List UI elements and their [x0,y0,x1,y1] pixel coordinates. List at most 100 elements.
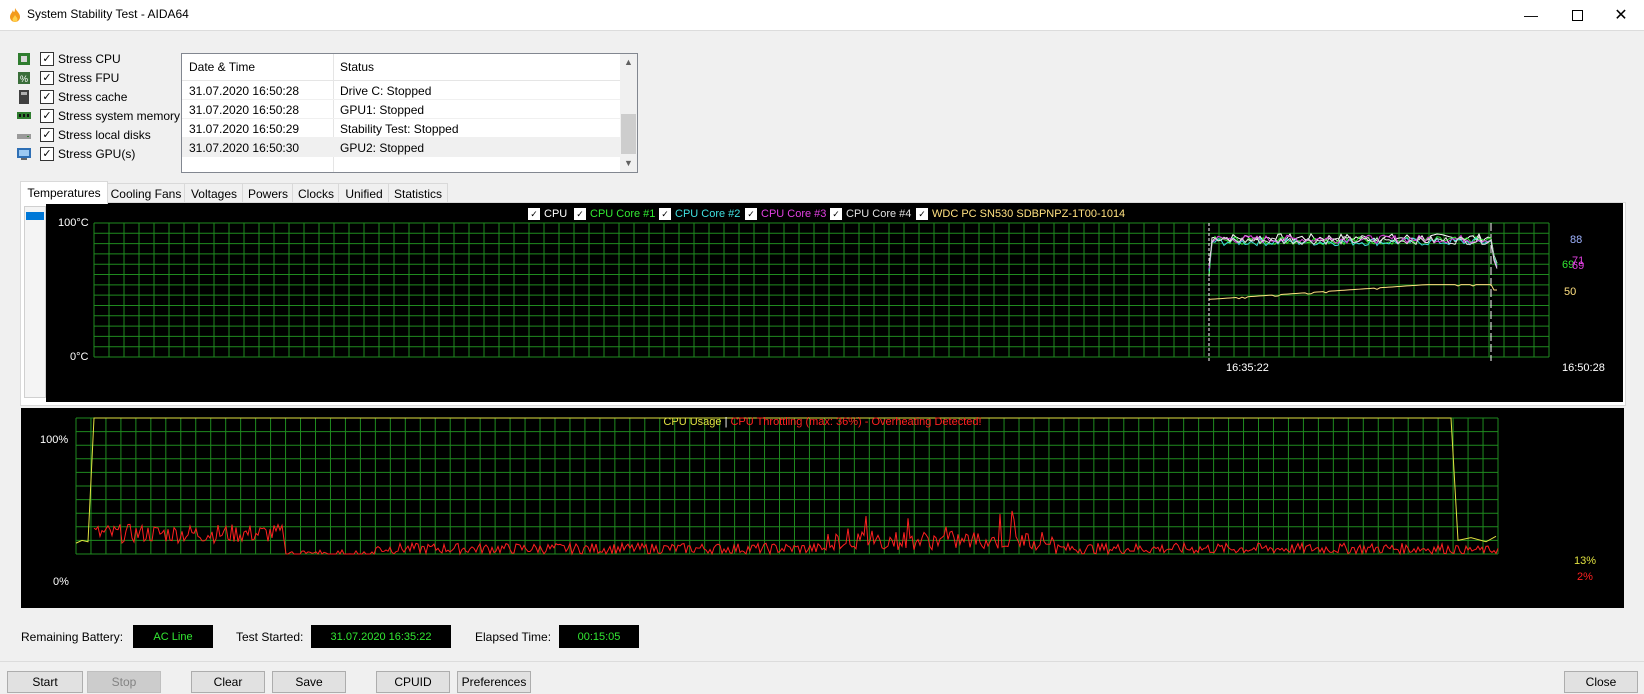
disk-series [1208,284,1497,300]
temp-end-cpu: 88 [1570,234,1583,246]
tab-cooling-fans[interactable]: Cooling Fans [106,183,186,203]
cpu-icon [17,52,31,66]
usage-title-left: CPU Usage [663,416,722,428]
sensor-list[interactable] [24,206,46,398]
tab-clocks[interactable]: Clocks [292,183,340,203]
usage-end-throttle: 2% [1577,571,1593,583]
log-col-status[interactable]: Status [340,60,374,74]
log-list[interactable]: Date & Time Status 31.07.2020 16:50:28 D… [181,53,638,173]
close-window-button[interactable]: ✕ [1598,0,1644,30]
stress-option-label: Stress CPU [58,52,121,66]
log-time: 31.07.2020 16:50:28 [189,84,300,98]
cpuid-button[interactable]: CPUID [376,671,450,693]
legend-check-icon[interactable]: ✓ [574,208,586,220]
disk-icon [17,128,31,142]
maximize-icon [1571,9,1583,21]
scroll-up-icon[interactable]: ▲ [620,54,637,71]
gpu-icon [17,147,31,161]
battery-value: AC Line [133,625,213,648]
usage-plot [75,417,1499,556]
elapsed-label: Elapsed Time: [475,630,552,644]
legend-cpu[interactable]: ✓ CPU [528,208,567,220]
stress-option-label: Stress FPU [58,71,120,85]
usage-end-cpu: 13% [1574,555,1597,567]
minimize-button[interactable]: — [1508,0,1554,30]
log-status: GPU1: Stopped [340,103,425,117]
stress-option[interactable]: ✓ Stress system memory [17,107,180,125]
log-row[interactable]: 31.07.2020 16:50:30 GPU2: Stopped [182,138,620,157]
temp-x-start: 16:35:22 [1226,362,1269,374]
temp-x-end: 16:50:28 [1562,362,1605,374]
close-button[interactable]: Close [1564,671,1638,693]
stress-option-label: Stress GPU(s) [58,147,136,161]
close-icon: ✕ [1614,7,1628,24]
legend-core2-label: CPU Core #2 [675,208,741,220]
checkbox[interactable]: ✓ [40,147,54,161]
stop-button[interactable]: Stop [87,671,161,693]
test-started-label: Test Started: [236,630,304,644]
scroll-thumb[interactable] [621,114,636,154]
legend-core2[interactable]: ✓ CPU Core #2 [659,208,740,220]
legend-check-icon[interactable]: ✓ [916,208,928,220]
stress-option[interactable]: ✓ Stress CPU [17,50,121,68]
checkbox[interactable]: ✓ [40,109,54,123]
stress-option[interactable]: % ✓ Stress FPU [17,69,119,87]
legend-core3[interactable]: ✓ CPU Core #3 [745,208,826,220]
log-status: GPU2: Stopped [340,141,425,155]
tab-temperatures[interactable]: Temperatures [20,181,108,204]
legend-core1-label: CPU Core #1 [590,208,656,220]
legend-core3-label: CPU Core #3 [761,208,827,220]
svg-text:%: % [20,74,28,84]
legend-disk[interactable]: ✓ WDC PC SN530 SDBPNPZ-1T00-1014 [916,208,1125,220]
checkbox[interactable]: ✓ [40,71,54,85]
checkbox[interactable]: ✓ [40,90,54,104]
log-col-datetime[interactable]: Date & Time [189,60,255,74]
save-button[interactable]: Save [272,671,346,693]
log-status: Drive C: Stopped [340,84,432,98]
preferences-button[interactable]: Preferences [457,671,531,693]
tab-voltages[interactable]: Voltages [184,183,244,203]
tab-unified[interactable]: Unified [338,183,390,203]
stress-option[interactable]: ✓ Stress local disks [17,126,151,144]
start-button[interactable]: Start [7,671,83,693]
clear-button[interactable]: Clear [191,671,265,693]
button-divider [0,661,1644,662]
battery-label: Remaining Battery: [21,630,124,644]
log-row[interactable]: 31.07.2020 16:50:28 GPU1: Stopped [182,100,620,119]
temperature-plot [93,222,1550,361]
legend-check-icon[interactable]: ✓ [745,208,757,220]
stress-option[interactable]: ✓ Stress GPU(s) [17,145,135,163]
tab-powers[interactable]: Powers [242,183,294,203]
log-time: 31.07.2020 16:50:28 [189,103,300,117]
legend-check-icon[interactable]: ✓ [659,208,671,220]
temp-y-max: 100°C [58,217,89,229]
usage-y-min: 0% [53,576,69,588]
cache-icon [17,90,31,104]
temp-end-core2: 69 [1572,260,1585,272]
scroll-down-icon[interactable]: ▼ [620,155,637,172]
legend-core1[interactable]: ✓ CPU Core #1 [574,208,655,220]
checkbox[interactable]: ✓ [40,52,54,66]
flame-icon [10,8,20,22]
temp-end-disk: 50 [1564,286,1577,298]
stress-option-label: Stress system memory [58,109,181,123]
cpu-usage-series [75,417,1497,544]
log-row[interactable]: 31.07.2020 16:50:29 Stability Test: Stop… [182,119,620,138]
test-started-value: 31.07.2020 16:35:22 [311,625,451,648]
legend-core4[interactable]: ✓ CPU Core #4 [830,208,911,220]
legend-check-icon[interactable]: ✓ [830,208,842,220]
log-status: Stability Test: Stopped [340,122,459,136]
stress-option-label: Stress local disks [58,128,151,142]
cpu-usage-graph: CPU Usage | CPU Throttling (max: 36%) - … [21,408,1624,608]
legend-check-icon[interactable]: ✓ [528,208,540,220]
sensor-selection[interactable] [26,212,44,220]
checkbox[interactable]: ✓ [40,128,54,142]
log-time: 31.07.2020 16:50:30 [189,141,300,155]
log-row[interactable]: 31.07.2020 16:50:28 Drive C: Stopped [182,81,620,100]
stress-option[interactable]: ✓ Stress cache [17,88,127,106]
fpu-icon: % [17,71,31,85]
usage-title-right: CPU Throttling (max: 36%) - Overheating … [730,416,982,428]
maximize-button[interactable] [1554,0,1600,30]
tab-statistics[interactable]: Statistics [388,183,448,203]
log-scrollbar[interactable]: ▲ ▼ [620,54,637,172]
